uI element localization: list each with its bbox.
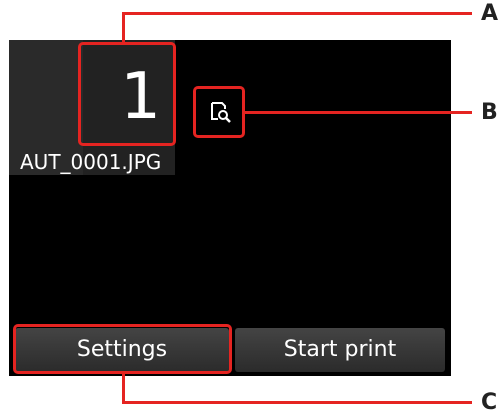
- file-name-label: AUT_0001.JPG: [20, 150, 162, 174]
- callout-c-line-horizontal: [122, 401, 472, 404]
- start-print-button[interactable]: Start print: [235, 328, 445, 372]
- callout-label-c: C: [481, 390, 498, 415]
- magnify-preview-icon: [211, 102, 231, 123]
- callout-label-b: B: [481, 100, 498, 125]
- callout-c-line-vertical: [122, 374, 125, 404]
- settings-button[interactable]: Settings: [15, 328, 229, 372]
- callout-a-line-horizontal: [122, 12, 472, 15]
- callout-a-line-vertical: [122, 12, 125, 43]
- copies-count[interactable]: 1: [83, 50, 165, 145]
- preview-button[interactable]: [196, 88, 244, 136]
- callout-label-a: A: [481, 1, 499, 26]
